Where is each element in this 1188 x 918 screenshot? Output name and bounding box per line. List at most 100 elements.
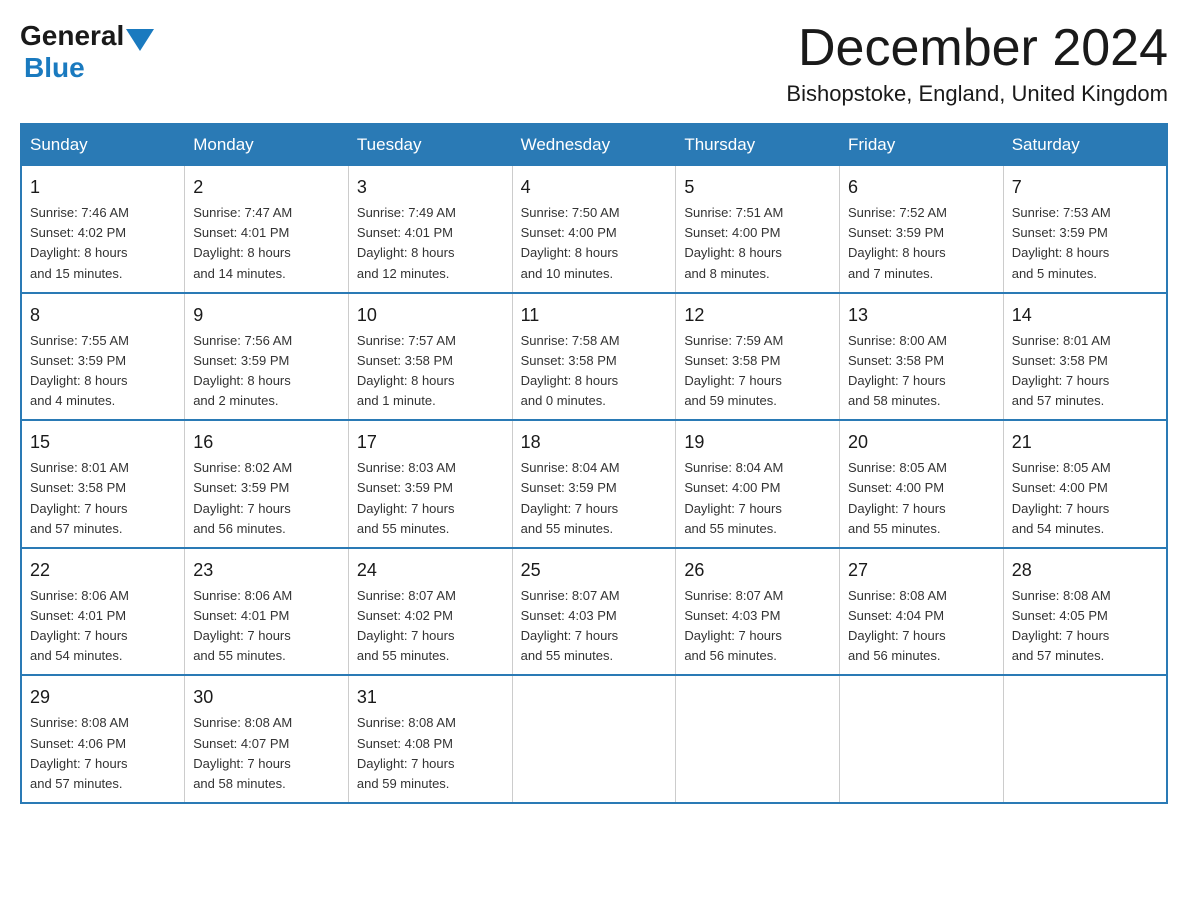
day-info: Sunrise: 8:05 AM Sunset: 4:00 PM Dayligh… [848, 458, 995, 539]
title-block: December 2024 Bishopstoke, England, Unit… [786, 20, 1168, 107]
calendar-cell: 16Sunrise: 8:02 AM Sunset: 3:59 PM Dayli… [185, 420, 349, 548]
day-number: 31 [357, 684, 504, 711]
calendar-cell: 17Sunrise: 8:03 AM Sunset: 3:59 PM Dayli… [348, 420, 512, 548]
day-info: Sunrise: 7:58 AM Sunset: 3:58 PM Dayligh… [521, 331, 668, 412]
calendar-cell: 24Sunrise: 8:07 AM Sunset: 4:02 PM Dayli… [348, 548, 512, 676]
day-number: 23 [193, 557, 340, 584]
day-info: Sunrise: 7:50 AM Sunset: 4:00 PM Dayligh… [521, 203, 668, 284]
calendar-cell: 31Sunrise: 8:08 AM Sunset: 4:08 PM Dayli… [348, 675, 512, 803]
weekday-header-sunday: Sunday [21, 124, 185, 166]
calendar-week-row: 15Sunrise: 8:01 AM Sunset: 3:58 PM Dayli… [21, 420, 1167, 548]
calendar-cell: 10Sunrise: 7:57 AM Sunset: 3:58 PM Dayli… [348, 293, 512, 421]
day-info: Sunrise: 7:52 AM Sunset: 3:59 PM Dayligh… [848, 203, 995, 284]
day-info: Sunrise: 8:07 AM Sunset: 4:02 PM Dayligh… [357, 586, 504, 667]
day-number: 9 [193, 302, 340, 329]
header: General Blue December 2024 Bishopstoke, … [20, 20, 1168, 107]
location-title: Bishopstoke, England, United Kingdom [786, 81, 1168, 107]
day-number: 29 [30, 684, 176, 711]
weekday-header-wednesday: Wednesday [512, 124, 676, 166]
day-info: Sunrise: 8:06 AM Sunset: 4:01 PM Dayligh… [193, 586, 340, 667]
day-number: 16 [193, 429, 340, 456]
day-number: 10 [357, 302, 504, 329]
weekday-header-tuesday: Tuesday [348, 124, 512, 166]
calendar-cell: 3Sunrise: 7:49 AM Sunset: 4:01 PM Daylig… [348, 166, 512, 293]
day-number: 24 [357, 557, 504, 584]
calendar-cell: 18Sunrise: 8:04 AM Sunset: 3:59 PM Dayli… [512, 420, 676, 548]
calendar-cell: 26Sunrise: 8:07 AM Sunset: 4:03 PM Dayli… [676, 548, 840, 676]
day-number: 30 [193, 684, 340, 711]
calendar-cell: 28Sunrise: 8:08 AM Sunset: 4:05 PM Dayli… [1003, 548, 1167, 676]
calendar-cell: 8Sunrise: 7:55 AM Sunset: 3:59 PM Daylig… [21, 293, 185, 421]
logo-triangle-icon [126, 29, 154, 51]
day-number: 6 [848, 174, 995, 201]
day-info: Sunrise: 8:04 AM Sunset: 3:59 PM Dayligh… [521, 458, 668, 539]
day-info: Sunrise: 7:55 AM Sunset: 3:59 PM Dayligh… [30, 331, 176, 412]
day-info: Sunrise: 7:51 AM Sunset: 4:00 PM Dayligh… [684, 203, 831, 284]
day-info: Sunrise: 8:07 AM Sunset: 4:03 PM Dayligh… [684, 586, 831, 667]
calendar-cell: 4Sunrise: 7:50 AM Sunset: 4:00 PM Daylig… [512, 166, 676, 293]
day-info: Sunrise: 8:06 AM Sunset: 4:01 PM Dayligh… [30, 586, 176, 667]
weekday-header-saturday: Saturday [1003, 124, 1167, 166]
day-info: Sunrise: 7:57 AM Sunset: 3:58 PM Dayligh… [357, 331, 504, 412]
day-number: 19 [684, 429, 831, 456]
weekday-header-monday: Monday [185, 124, 349, 166]
day-number: 21 [1012, 429, 1158, 456]
calendar-cell: 14Sunrise: 8:01 AM Sunset: 3:58 PM Dayli… [1003, 293, 1167, 421]
calendar-cell: 21Sunrise: 8:05 AM Sunset: 4:00 PM Dayli… [1003, 420, 1167, 548]
day-info: Sunrise: 8:08 AM Sunset: 4:07 PM Dayligh… [193, 713, 340, 794]
calendar-cell: 25Sunrise: 8:07 AM Sunset: 4:03 PM Dayli… [512, 548, 676, 676]
day-info: Sunrise: 7:53 AM Sunset: 3:59 PM Dayligh… [1012, 203, 1158, 284]
calendar-cell: 6Sunrise: 7:52 AM Sunset: 3:59 PM Daylig… [840, 166, 1004, 293]
day-number: 5 [684, 174, 831, 201]
day-number: 7 [1012, 174, 1158, 201]
calendar-cell [1003, 675, 1167, 803]
calendar-cell: 19Sunrise: 8:04 AM Sunset: 4:00 PM Dayli… [676, 420, 840, 548]
day-number: 4 [521, 174, 668, 201]
day-number: 1 [30, 174, 176, 201]
calendar-week-row: 1Sunrise: 7:46 AM Sunset: 4:02 PM Daylig… [21, 166, 1167, 293]
day-info: Sunrise: 8:01 AM Sunset: 3:58 PM Dayligh… [30, 458, 176, 539]
calendar-cell: 20Sunrise: 8:05 AM Sunset: 4:00 PM Dayli… [840, 420, 1004, 548]
day-number: 17 [357, 429, 504, 456]
weekday-header-row: SundayMondayTuesdayWednesdayThursdayFrid… [21, 124, 1167, 166]
calendar-cell: 29Sunrise: 8:08 AM Sunset: 4:06 PM Dayli… [21, 675, 185, 803]
day-info: Sunrise: 7:49 AM Sunset: 4:01 PM Dayligh… [357, 203, 504, 284]
day-number: 20 [848, 429, 995, 456]
calendar-cell: 13Sunrise: 8:00 AM Sunset: 3:58 PM Dayli… [840, 293, 1004, 421]
calendar-cell: 30Sunrise: 8:08 AM Sunset: 4:07 PM Dayli… [185, 675, 349, 803]
calendar-cell: 11Sunrise: 7:58 AM Sunset: 3:58 PM Dayli… [512, 293, 676, 421]
logo-blue-text: Blue [24, 52, 85, 84]
calendar-cell [676, 675, 840, 803]
calendar-cell: 15Sunrise: 8:01 AM Sunset: 3:58 PM Dayli… [21, 420, 185, 548]
calendar-cell: 27Sunrise: 8:08 AM Sunset: 4:04 PM Dayli… [840, 548, 1004, 676]
day-info: Sunrise: 7:46 AM Sunset: 4:02 PM Dayligh… [30, 203, 176, 284]
day-info: Sunrise: 8:08 AM Sunset: 4:04 PM Dayligh… [848, 586, 995, 667]
day-number: 22 [30, 557, 176, 584]
calendar-cell: 1Sunrise: 7:46 AM Sunset: 4:02 PM Daylig… [21, 166, 185, 293]
day-number: 26 [684, 557, 831, 584]
calendar-cell [840, 675, 1004, 803]
day-number: 18 [521, 429, 668, 456]
day-number: 2 [193, 174, 340, 201]
day-number: 15 [30, 429, 176, 456]
day-info: Sunrise: 7:47 AM Sunset: 4:01 PM Dayligh… [193, 203, 340, 284]
month-title: December 2024 [786, 20, 1168, 77]
calendar-cell: 2Sunrise: 7:47 AM Sunset: 4:01 PM Daylig… [185, 166, 349, 293]
day-info: Sunrise: 8:02 AM Sunset: 3:59 PM Dayligh… [193, 458, 340, 539]
day-number: 28 [1012, 557, 1158, 584]
weekday-header-friday: Friday [840, 124, 1004, 166]
calendar-cell: 5Sunrise: 7:51 AM Sunset: 4:00 PM Daylig… [676, 166, 840, 293]
calendar-cell: 9Sunrise: 7:56 AM Sunset: 3:59 PM Daylig… [185, 293, 349, 421]
calendar-cell: 22Sunrise: 8:06 AM Sunset: 4:01 PM Dayli… [21, 548, 185, 676]
day-info: Sunrise: 8:05 AM Sunset: 4:00 PM Dayligh… [1012, 458, 1158, 539]
day-number: 11 [521, 302, 668, 329]
day-info: Sunrise: 8:01 AM Sunset: 3:58 PM Dayligh… [1012, 331, 1158, 412]
day-info: Sunrise: 7:59 AM Sunset: 3:58 PM Dayligh… [684, 331, 831, 412]
calendar-table: SundayMondayTuesdayWednesdayThursdayFrid… [20, 123, 1168, 804]
calendar-week-row: 8Sunrise: 7:55 AM Sunset: 3:59 PM Daylig… [21, 293, 1167, 421]
calendar-week-row: 29Sunrise: 8:08 AM Sunset: 4:06 PM Dayli… [21, 675, 1167, 803]
day-info: Sunrise: 7:56 AM Sunset: 3:59 PM Dayligh… [193, 331, 340, 412]
day-info: Sunrise: 8:07 AM Sunset: 4:03 PM Dayligh… [521, 586, 668, 667]
logo: General Blue [20, 20, 156, 84]
day-info: Sunrise: 8:08 AM Sunset: 4:05 PM Dayligh… [1012, 586, 1158, 667]
